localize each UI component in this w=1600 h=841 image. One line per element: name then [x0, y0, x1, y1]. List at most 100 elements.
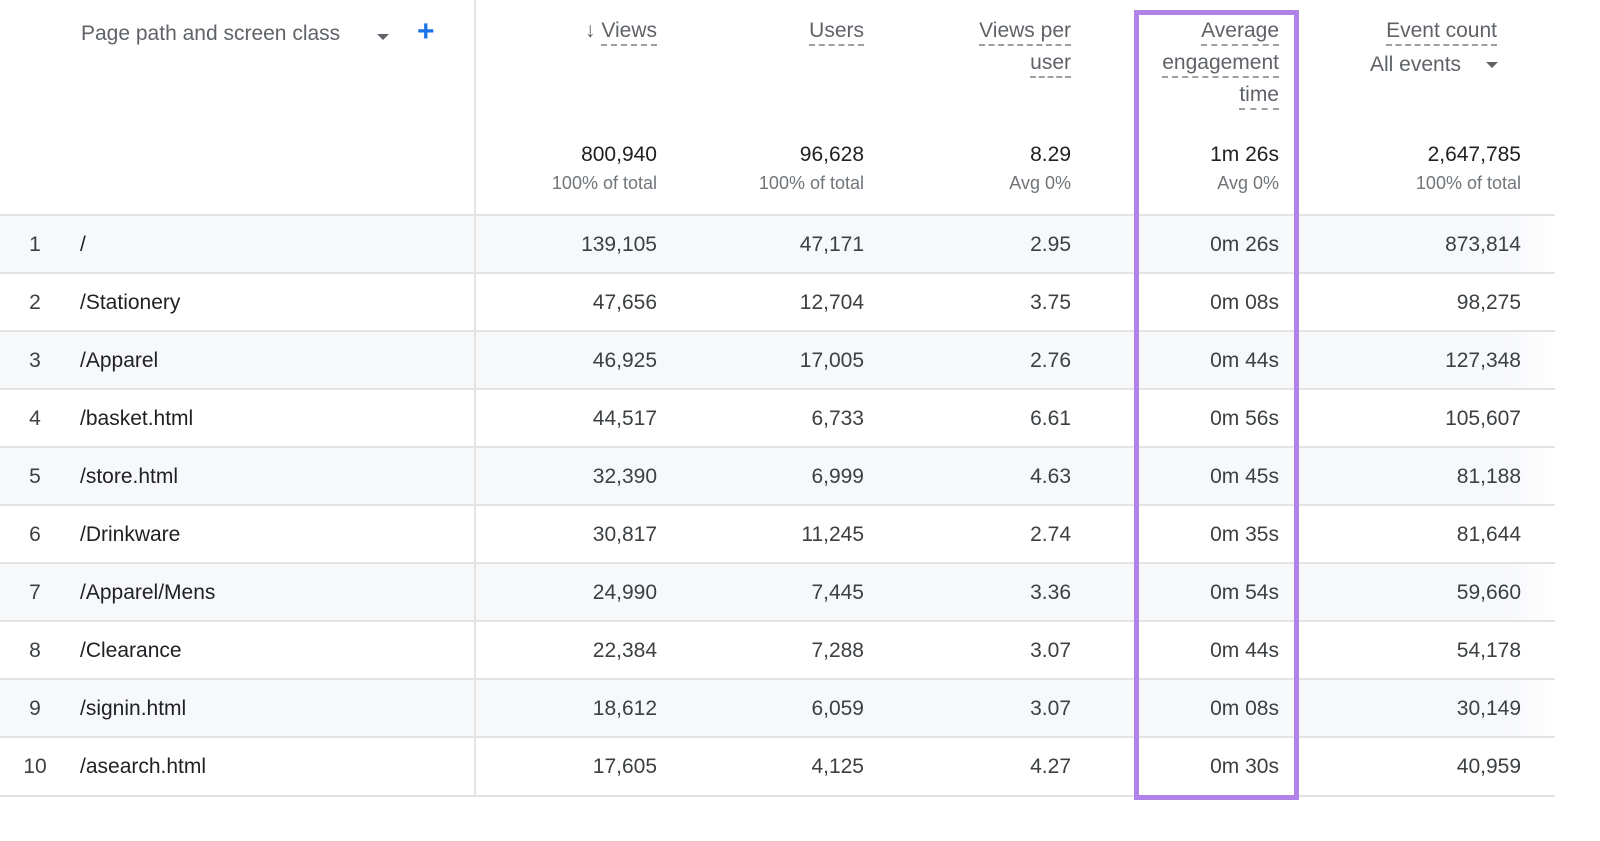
views-per-user-value: 3.75 [1030, 291, 1071, 314]
users-value: 7,288 [811, 639, 864, 662]
views-per-user-value: 4.27 [1030, 755, 1071, 778]
plus-icon: + [417, 15, 435, 48]
users-value: 6,733 [811, 407, 864, 430]
table-row[interactable]: 8/Clearance 22,384 7,288 3.07 0m 44s 54,178 [0, 620, 1555, 679]
table-bottom-divider [0, 795, 1555, 797]
views-per-user-value: 2.76 [1030, 349, 1071, 372]
caret-down-icon [1485, 62, 1498, 69]
event-count-value: 105,607 [1445, 407, 1521, 430]
views-value: 22,384 [592, 639, 657, 662]
page-path-link[interactable]: /Drinkware [80, 506, 180, 563]
event-count-value: 127,348 [1445, 349, 1521, 372]
event-count-value: 873,814 [1445, 233, 1521, 256]
row-number: 2 [29, 291, 41, 314]
avg-engagement-time-value: 0m 35s [1210, 523, 1279, 546]
row-number: 4 [29, 407, 41, 430]
add-dimension-button[interactable]: + [417, 14, 435, 50]
users-value: 47,171 [799, 233, 864, 256]
views-value: 32,390 [592, 465, 657, 488]
table-row[interactable]: 5/store.html 32,390 6,999 4.63 0m 45s 81,188 [0, 446, 1555, 505]
table-row[interactable]: 6/Drinkware 30,817 11,245 2.74 0m 35s 81,644 [0, 504, 1555, 563]
event-count-value: 81,188 [1456, 465, 1521, 488]
table-row[interactable]: 7/Apparel/Mens 24,990 7,445 3.36 0m 54s 59,66… [0, 562, 1555, 621]
total-value: 1m 26s [1210, 143, 1279, 166]
column-header-label: user [1030, 51, 1071, 74]
total-value: 96,628 [799, 143, 864, 166]
views-value: 17,605 [592, 755, 657, 778]
row-number: 8 [29, 639, 41, 662]
page-path-link[interactable]: / [80, 216, 86, 273]
page-path-link[interactable]: /Clearance [80, 622, 182, 679]
total-subtext: 100% of total [551, 173, 657, 193]
column-header-users[interactable]: Users [700, 15, 864, 47]
column-header-views[interactable]: ↓ Views [500, 15, 657, 47]
views-value: 47,656 [592, 291, 657, 314]
arrow-down-icon: ↓ [584, 19, 596, 42]
avg-engagement-time-value: 0m 30s [1210, 755, 1279, 778]
dimension-column-divider [474, 0, 476, 797]
views-value: 46,925 [592, 349, 657, 372]
dimension-header[interactable]: Page path and screen class [81, 18, 340, 50]
views-value: 18,612 [592, 697, 657, 720]
dimension-dropdown-button[interactable] [376, 29, 390, 47]
event-filter-label: All events [1370, 53, 1462, 76]
column-header-label: engagement [1162, 51, 1279, 74]
total-views: 800,940 100% of total [500, 141, 657, 197]
views-value: 30,817 [592, 523, 657, 546]
page-path-link[interactable]: /Stationery [80, 274, 180, 331]
column-header-avg-engagement-time[interactable]: Average engagement time [1140, 15, 1279, 111]
table-row[interactable]: 1 / 139,105 47,171 2.95 0m 26s 873,814 [0, 214, 1555, 273]
views-per-user-value: 6.61 [1030, 407, 1071, 430]
views-per-user-value: 3.36 [1030, 581, 1071, 604]
column-header-label: time [1239, 83, 1279, 106]
page-path-link[interactable]: /asearch.html [80, 738, 206, 795]
avg-engagement-time-value: 0m 54s [1210, 581, 1279, 604]
avg-engagement-time-value: 0m 56s [1210, 407, 1279, 430]
total-views-per-user: 8.29 Avg 0% [900, 141, 1071, 197]
users-value: 6,059 [811, 697, 864, 720]
table-row[interactable]: 10/asearch.html 17,605 4,125 4.27 0m 30s 40,9… [0, 736, 1555, 795]
users-value: 12,704 [799, 291, 864, 314]
row-number: 10 [23, 755, 47, 778]
row-number: 7 [29, 581, 41, 604]
event-count-value: 98,275 [1456, 291, 1521, 314]
column-header-event-count[interactable]: Event count [1320, 15, 1497, 47]
page-path-link[interactable]: /store.html [80, 448, 178, 505]
views-value: 24,990 [592, 581, 657, 604]
caret-down-icon [377, 34, 389, 40]
row-number: 9 [29, 697, 41, 720]
total-subtext: 100% of total [1415, 173, 1521, 193]
event-count-value: 30,149 [1456, 697, 1521, 720]
views-per-user-value: 2.95 [1030, 233, 1071, 256]
table-row[interactable]: 3/Apparel 46,925 17,005 2.76 0m 44s 127,348 [0, 330, 1555, 389]
event-count-value: 54,178 [1456, 639, 1521, 662]
total-avg-engagement-time: 1m 26s Avg 0% [1140, 141, 1279, 197]
users-value: 4,125 [811, 755, 864, 778]
views-per-user-value: 3.07 [1030, 639, 1071, 662]
table-row[interactable]: 9/signin.html 18,612 6,059 3.07 0m 08s 30,149 [0, 678, 1555, 737]
table-row[interactable]: 2/Stationery 47,656 12,704 3.75 0m 08s 98,275 [0, 272, 1555, 331]
views-per-user-value: 4.63 [1030, 465, 1071, 488]
column-header-views-per-user[interactable]: Views per user [900, 15, 1071, 79]
avg-engagement-time-value: 0m 08s [1210, 697, 1279, 720]
users-value: 17,005 [799, 349, 864, 372]
page-path-link[interactable]: /Apparel/Mens [80, 564, 215, 621]
column-header-label: Views per [979, 19, 1071, 42]
total-subtext: 100% of total [758, 173, 864, 193]
views-per-user-value: 3.07 [1030, 697, 1071, 720]
total-value: 800,940 [581, 143, 657, 166]
event-filter-dropdown[interactable]: All events [1370, 49, 1499, 81]
row-number: 3 [29, 349, 41, 372]
dimension-header-label: Page path and screen class [81, 22, 341, 45]
table-row[interactable]: 4/basket.html 44,517 6,733 6.61 0m 56s 105,60… [0, 388, 1555, 447]
column-header-label: Event count [1386, 19, 1497, 42]
page-path-link[interactable]: /basket.html [80, 390, 193, 447]
page-path-link[interactable]: /Apparel [80, 332, 158, 389]
page-path-link[interactable]: /signin.html [80, 680, 186, 737]
row-number: 1 [29, 233, 41, 256]
users-value: 7,445 [811, 581, 864, 604]
total-value: 2,647,785 [1427, 143, 1521, 166]
avg-engagement-time-value: 0m 26s [1210, 233, 1279, 256]
column-header-label: Users [809, 19, 864, 42]
avg-engagement-time-value: 0m 08s [1210, 291, 1279, 314]
